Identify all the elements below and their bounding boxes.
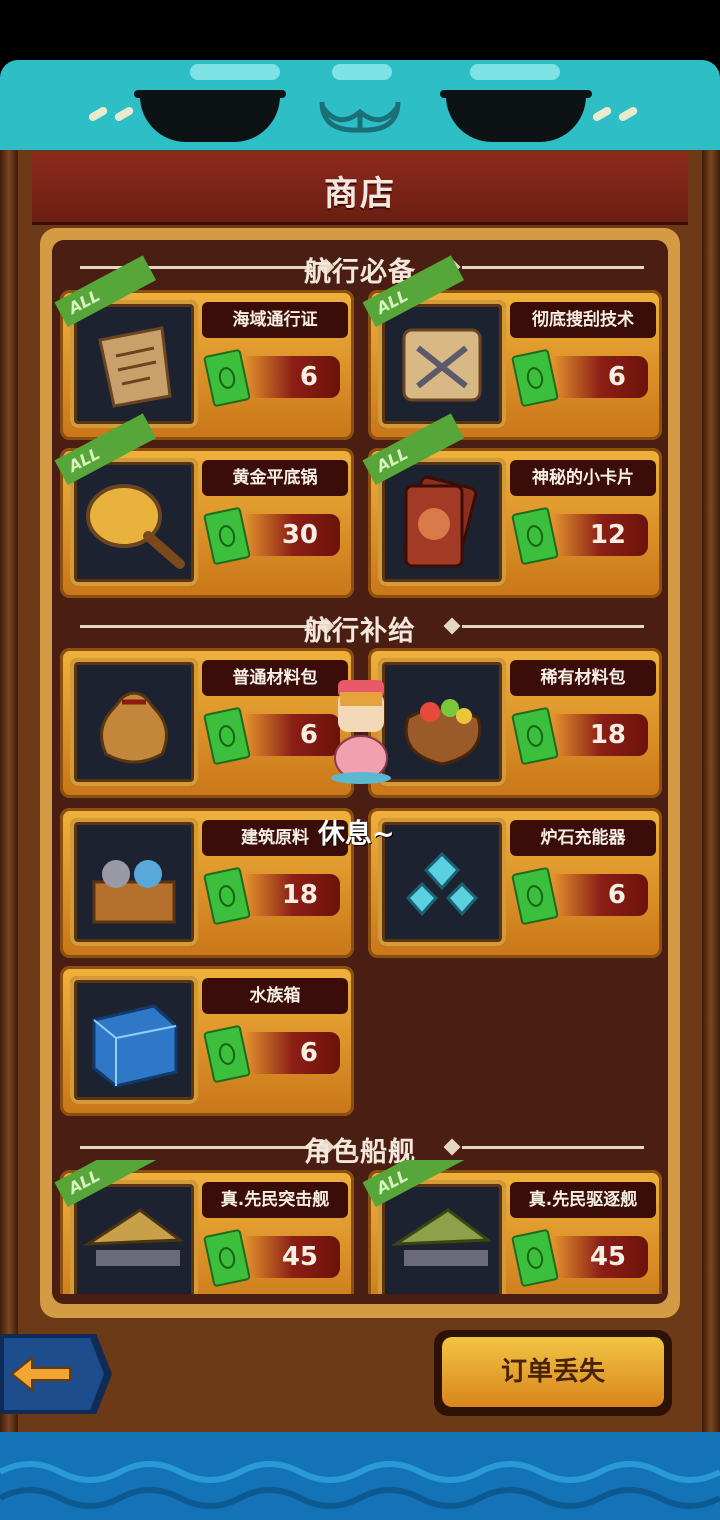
item-price: 6 xyxy=(544,874,648,916)
item-icon-frame xyxy=(70,658,198,786)
item-icon-frame xyxy=(70,976,198,1104)
page-title: 商店 xyxy=(324,174,396,214)
ships-row: ALL 真.先民突击舰 45 ALL 真.先民驱逐舰 45 xyxy=(52,1160,668,1294)
item-icon-frame xyxy=(378,658,506,786)
item-name: 神秘的小卡片 xyxy=(510,460,656,496)
item-price: 12 xyxy=(544,514,648,556)
shop-item-mystery-card[interactable]: ALL 神秘的小卡片 12 xyxy=(362,413,662,598)
material-bag-icon xyxy=(100,691,168,764)
item-icon-frame xyxy=(378,300,506,428)
item-name: 海域通行证 xyxy=(202,302,348,338)
banner-stripe xyxy=(190,64,280,80)
item-icon-frame xyxy=(378,458,506,586)
building-crate-icon xyxy=(92,860,176,924)
item-price: 30 xyxy=(236,514,340,556)
dragon-card-icon xyxy=(402,475,478,568)
banner-stripe xyxy=(470,64,560,80)
back-button[interactable] xyxy=(0,1334,112,1414)
cat-mouth-icon xyxy=(319,101,401,133)
destroyer-ship-icon xyxy=(390,1208,493,1266)
aquarium-icon xyxy=(92,1004,178,1088)
npc-status-text: 休息~ xyxy=(318,819,395,850)
item-price: 6 xyxy=(236,1032,340,1074)
shop-item-aquarium[interactable]: 水族箱 6 xyxy=(60,966,354,1116)
item-name: 普通材料包 xyxy=(202,660,348,696)
item-price: 45 xyxy=(544,1236,648,1278)
order-lost-button[interactable]: 订单丢失 xyxy=(434,1330,672,1416)
item-icon-frame xyxy=(70,1180,198,1294)
crystal-charger-icon xyxy=(405,851,479,917)
item-price: 6 xyxy=(236,356,340,398)
shop-item-sea-pass[interactable]: ALL 海域通行证 6 xyxy=(54,255,354,440)
shop-item-hearthstone-charger[interactable]: 炉石充能器 6 xyxy=(368,808,662,958)
order-lost-label: 订单丢失 xyxy=(442,1337,664,1407)
shop-item-destroyer-ship[interactable]: ALL 真.先民驱逐舰 45 xyxy=(362,1160,662,1294)
item-name: 真.先民突击舰 xyxy=(202,1182,348,1218)
item-name: 水族箱 xyxy=(202,978,348,1014)
assault-ship-icon xyxy=(82,1208,185,1266)
section-label: 航行补给 xyxy=(304,616,416,647)
water-footer xyxy=(0,1432,720,1520)
item-price: 18 xyxy=(544,714,648,756)
shop-item-golden-pan[interactable]: ALL 黄金平底锅 30 xyxy=(54,413,354,598)
arrow-left-icon xyxy=(10,1356,71,1392)
waves-decoration xyxy=(0,1461,720,1509)
rare-material-bag-icon xyxy=(404,699,482,766)
app-root: 商店 航行必备 航行补给 角色船舰 ALL 海域通行证 6 ALL 彻底搜刮技术… xyxy=(0,0,720,1520)
sea-map-icon xyxy=(98,326,172,408)
item-price: 6 xyxy=(544,356,648,398)
item-name: 炉石充能器 xyxy=(510,820,656,856)
shop-item-building-materials[interactable]: 建筑原料 18 xyxy=(60,808,354,958)
section-header-supplies: 航行补给 xyxy=(52,603,668,647)
npc-character[interactable] xyxy=(328,678,394,786)
banner-stripe xyxy=(332,64,392,80)
shop-item-assault-ship[interactable]: ALL 真.先民突击舰 45 xyxy=(54,1160,354,1294)
item-name: 彻底搜刮技术 xyxy=(510,302,656,338)
item-icon-frame xyxy=(70,818,198,946)
golden-pan-icon xyxy=(86,484,185,569)
item-icon-frame xyxy=(378,818,506,946)
item-price: 18 xyxy=(236,874,340,916)
item-price: 45 xyxy=(236,1236,340,1278)
scroll-tools-icon xyxy=(402,328,482,402)
item-price: 6 xyxy=(236,714,340,756)
shop-item-thorough-search[interactable]: ALL 彻底搜刮技术 6 xyxy=(362,255,662,440)
shop-item-rare-materials[interactable]: 稀有材料包 18 xyxy=(368,648,662,798)
item-icon-frame xyxy=(378,1180,506,1294)
item-icon-frame xyxy=(70,458,198,586)
item-name: 稀有材料包 xyxy=(510,660,656,696)
item-name: 真.先民驱逐舰 xyxy=(510,1182,656,1218)
shop-item-common-materials[interactable]: 普通材料包 6 xyxy=(60,648,354,798)
item-icon-frame xyxy=(70,300,198,428)
item-name: 黄金平底锅 xyxy=(202,460,348,496)
title-bar: 商店 xyxy=(32,152,688,225)
